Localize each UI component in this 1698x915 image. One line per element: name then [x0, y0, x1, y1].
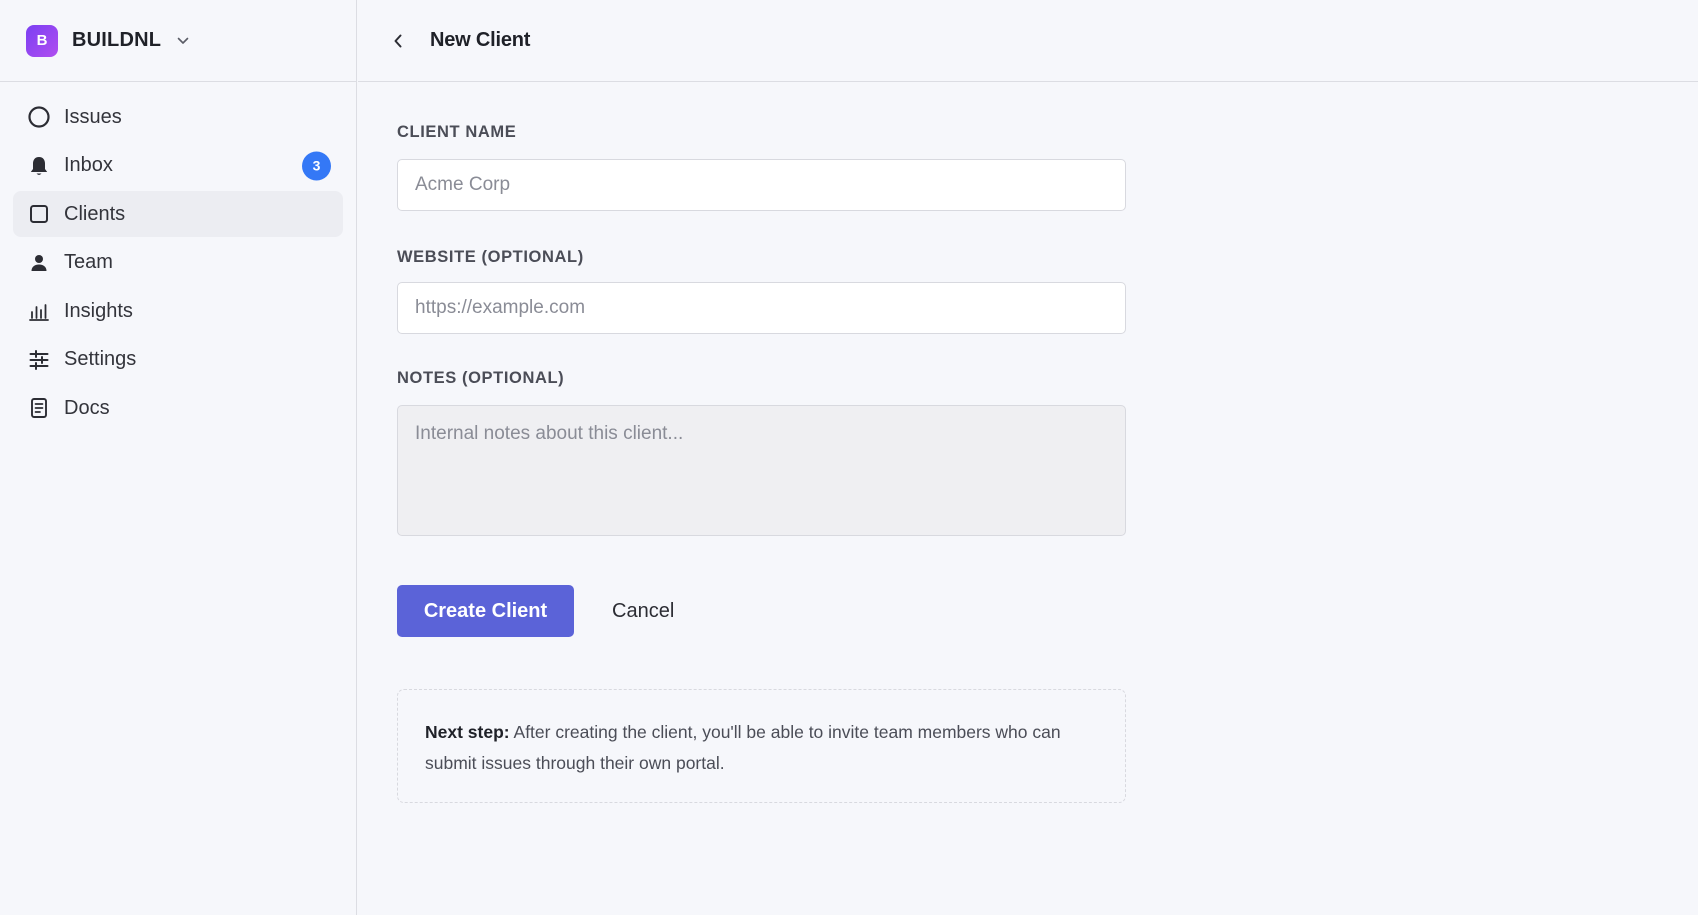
create-client-button[interactable]: Create Client: [397, 585, 574, 637]
notes-label: NOTES (OPTIONAL): [397, 369, 565, 387]
sidebar: B BUILDNL Issues Inbox 3 Clients Team In…: [0, 0, 357, 915]
sidebar-item-issues[interactable]: Issues: [13, 94, 343, 140]
sidebar-item-insights[interactable]: Insights: [13, 288, 343, 334]
workspace-name: BUILDNL: [72, 29, 162, 51]
notes-textarea[interactable]: [397, 405, 1126, 536]
sidebar-item-label: Insights: [64, 299, 133, 322]
inbox-count-badge: 3: [302, 151, 331, 180]
person-icon: [27, 251, 51, 275]
client-name-input[interactable]: [397, 159, 1126, 211]
hint-lead: Next step:: [425, 722, 510, 742]
sidebar-item-label: Issues: [64, 105, 122, 128]
page-header: New Client: [358, 0, 1698, 82]
sidebar-item-team[interactable]: Team: [13, 240, 343, 286]
form-actions: Create Client Cancel: [397, 585, 1498, 637]
circle-icon: [27, 105, 51, 129]
website-input[interactable]: [397, 282, 1126, 334]
sidebar-item-label: Docs: [64, 396, 110, 419]
chevron-down-icon: [177, 35, 189, 47]
sidebar-item-clients[interactable]: Clients: [13, 191, 343, 237]
sidebar-item-settings[interactable]: Settings: [13, 337, 343, 383]
bar-chart-icon: [27, 299, 51, 323]
square-icon: [27, 202, 51, 226]
website-label: WEBSITE (OPTIONAL): [397, 248, 584, 266]
sliders-icon: [27, 348, 51, 372]
hint-text: After creating the client, you'll be abl…: [425, 722, 1061, 773]
sidebar-nav: Issues Inbox 3 Clients Team Insights Set…: [0, 82, 356, 431]
next-step-hint: Next step: After creating the client, yo…: [397, 689, 1126, 803]
sidebar-item-label: Team: [64, 251, 113, 273]
document-icon: [27, 396, 51, 420]
back-arrow-icon[interactable]: [388, 31, 408, 51]
workspace-logo: B: [26, 24, 58, 57]
workspace-switcher[interactable]: B BUILDNL: [0, 0, 356, 82]
client-name-label: CLIENT NAME: [397, 123, 517, 141]
sidebar-item-label: Settings: [64, 348, 137, 370]
app-window: B BUILDNL Issues Inbox 3 Clients Team In…: [0, 0, 1698, 915]
new-client-form: CLIENT NAME WEBSITE (OPTIONAL) NOTES (OP…: [358, 82, 1498, 803]
sidebar-item-inbox[interactable]: Inbox 3: [13, 143, 343, 189]
sidebar-item-label: Inbox: [64, 154, 113, 176]
cancel-button[interactable]: Cancel: [612, 600, 674, 623]
bell-icon: [27, 154, 51, 178]
sidebar-item-docs[interactable]: Docs: [13, 385, 343, 431]
sidebar-item-label: Clients: [64, 202, 126, 225]
page-title: New Client: [430, 29, 531, 51]
main-content: New Client CLIENT NAME WEBSITE (OPTIONAL…: [358, 0, 1698, 915]
